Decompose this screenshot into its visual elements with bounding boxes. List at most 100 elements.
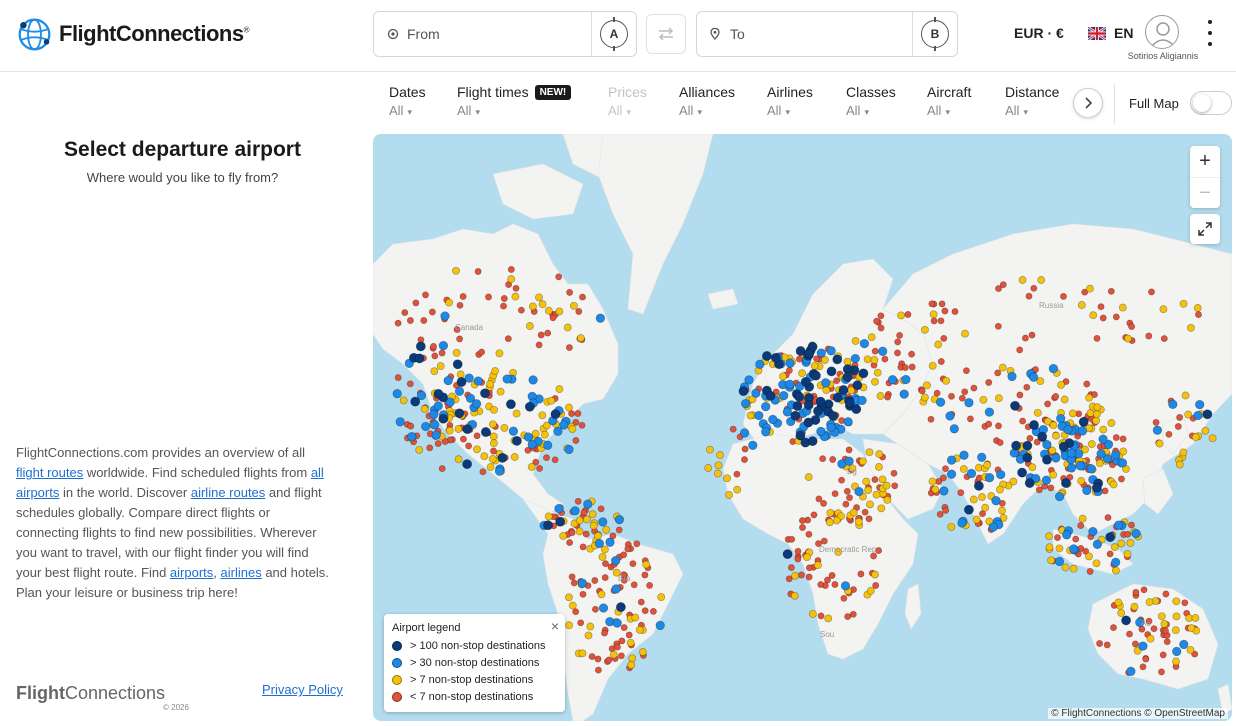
- airports-link[interactable]: airports: [170, 565, 213, 580]
- airport-dot[interactable]: [1119, 447, 1128, 456]
- airport-dot[interactable]: [963, 504, 974, 515]
- airport-dot[interactable]: [452, 266, 460, 275]
- airport-dot[interactable]: [896, 331, 904, 339]
- airport-dot[interactable]: [1171, 626, 1180, 635]
- airport-dot[interactable]: [504, 335, 512, 343]
- airport-dot[interactable]: [901, 374, 911, 385]
- airport-dot[interactable]: [582, 515, 591, 524]
- airport-dot[interactable]: [1054, 491, 1065, 502]
- airport-dot[interactable]: [1085, 552, 1093, 561]
- airport-dot[interactable]: [438, 340, 449, 351]
- airport-dot[interactable]: [480, 452, 489, 461]
- airport-dot[interactable]: [609, 650, 618, 659]
- airport-dot[interactable]: [800, 376, 811, 387]
- airport-dot[interactable]: [875, 450, 884, 459]
- airport-dot[interactable]: [459, 435, 467, 443]
- airport-dot[interactable]: [456, 301, 464, 309]
- airport-dot[interactable]: [803, 553, 811, 562]
- full-map-toggle[interactable]: [1190, 91, 1232, 115]
- airport-dot[interactable]: [908, 350, 916, 358]
- airport-dot[interactable]: [816, 426, 826, 437]
- airport-dot[interactable]: [617, 652, 625, 660]
- airport-dot[interactable]: [936, 510, 944, 518]
- airport-dot[interactable]: [594, 655, 602, 663]
- airport-dot[interactable]: [901, 364, 909, 372]
- airport-dot[interactable]: [832, 354, 843, 365]
- airport-dot[interactable]: [791, 571, 800, 580]
- airport-dot[interactable]: [845, 446, 853, 454]
- airport-dot[interactable]: [563, 323, 572, 332]
- airport-dot[interactable]: [1092, 559, 1101, 568]
- airport-dot[interactable]: [1132, 588, 1140, 596]
- airport-dot[interactable]: [803, 400, 814, 410]
- airport-dot[interactable]: [928, 477, 937, 486]
- airport-dot[interactable]: [1184, 410, 1193, 419]
- airport-dot[interactable]: [625, 631, 633, 639]
- airport-dot[interactable]: [918, 387, 926, 395]
- airport-dot[interactable]: [931, 485, 940, 494]
- airport-dot[interactable]: [1022, 452, 1033, 463]
- airport-dot[interactable]: [584, 631, 593, 640]
- airport-dot[interactable]: [787, 564, 795, 572]
- airport-dot[interactable]: [1131, 640, 1139, 648]
- airport-dot[interactable]: [832, 392, 843, 403]
- airport-dot[interactable]: [588, 510, 597, 519]
- world-map[interactable]: Canada Russia Eg Democratic Rep. Sou Au …: [373, 134, 1232, 721]
- airport-dot[interactable]: [871, 377, 879, 386]
- airport-dot[interactable]: [1112, 566, 1120, 575]
- airport-dot[interactable]: [995, 422, 1002, 430]
- airport-dot[interactable]: [930, 317, 938, 325]
- airport-dot[interactable]: [826, 346, 836, 356]
- airport-dot[interactable]: [1191, 614, 1200, 622]
- airport-dot[interactable]: [1092, 416, 1101, 425]
- airport-dot[interactable]: [1195, 311, 1202, 319]
- airport-dot[interactable]: [433, 388, 444, 399]
- airport-dot[interactable]: [794, 547, 802, 555]
- airport-dot[interactable]: [863, 355, 872, 364]
- airport-dot[interactable]: [641, 571, 649, 579]
- airport-dot[interactable]: [410, 396, 421, 407]
- privacy-policy-link[interactable]: Privacy Policy: [262, 682, 343, 697]
- currency-selector[interactable]: EUR · €: [1014, 25, 1064, 41]
- airport-dot[interactable]: [828, 410, 839, 421]
- airport-dot[interactable]: [807, 436, 818, 447]
- airport-dot[interactable]: [929, 310, 938, 319]
- airport-dot[interactable]: [508, 426, 519, 436]
- airport-dot[interactable]: [586, 622, 595, 631]
- airport-dot[interactable]: [1158, 668, 1165, 676]
- airport-dot[interactable]: [920, 325, 929, 334]
- airport-dot[interactable]: [575, 516, 584, 525]
- airport-dot[interactable]: [813, 561, 822, 570]
- airport-dot[interactable]: [1112, 313, 1120, 321]
- airport-dot[interactable]: [631, 613, 640, 622]
- airlines-link[interactable]: airlines: [221, 565, 262, 580]
- airport-dot[interactable]: [462, 424, 473, 435]
- airport-dot[interactable]: [1146, 634, 1155, 643]
- airport-dot[interactable]: [951, 308, 959, 316]
- airport-dot[interactable]: [920, 393, 929, 402]
- airport-dot[interactable]: [984, 473, 995, 483]
- airport-dot[interactable]: [1121, 615, 1132, 626]
- airport-dot[interactable]: [808, 609, 817, 618]
- airport-dot[interactable]: [591, 577, 599, 584]
- airport-dot[interactable]: [810, 511, 818, 519]
- airport-dot[interactable]: [1163, 638, 1171, 646]
- airport-dot[interactable]: [1037, 276, 1046, 284]
- airport-dot[interactable]: [972, 515, 981, 524]
- airport-dot[interactable]: [1047, 484, 1055, 492]
- airport-dot[interactable]: [843, 357, 852, 366]
- airport-dot[interactable]: [1041, 475, 1052, 485]
- airport-dot[interactable]: [1172, 657, 1180, 666]
- airport-dot[interactable]: [1060, 292, 1067, 300]
- airport-dot[interactable]: [934, 340, 943, 349]
- airport-dot[interactable]: [559, 531, 568, 540]
- airport-dot[interactable]: [741, 456, 748, 464]
- airport-dot[interactable]: [840, 594, 848, 602]
- airport-dot[interactable]: [810, 361, 819, 370]
- airport-dot[interactable]: [578, 649, 587, 658]
- airport-dot[interactable]: [1118, 303, 1127, 312]
- airport-dot[interactable]: [1172, 646, 1182, 657]
- airport-dot[interactable]: [510, 453, 519, 461]
- airport-dot[interactable]: [959, 450, 969, 460]
- airport-dot[interactable]: [620, 624, 628, 632]
